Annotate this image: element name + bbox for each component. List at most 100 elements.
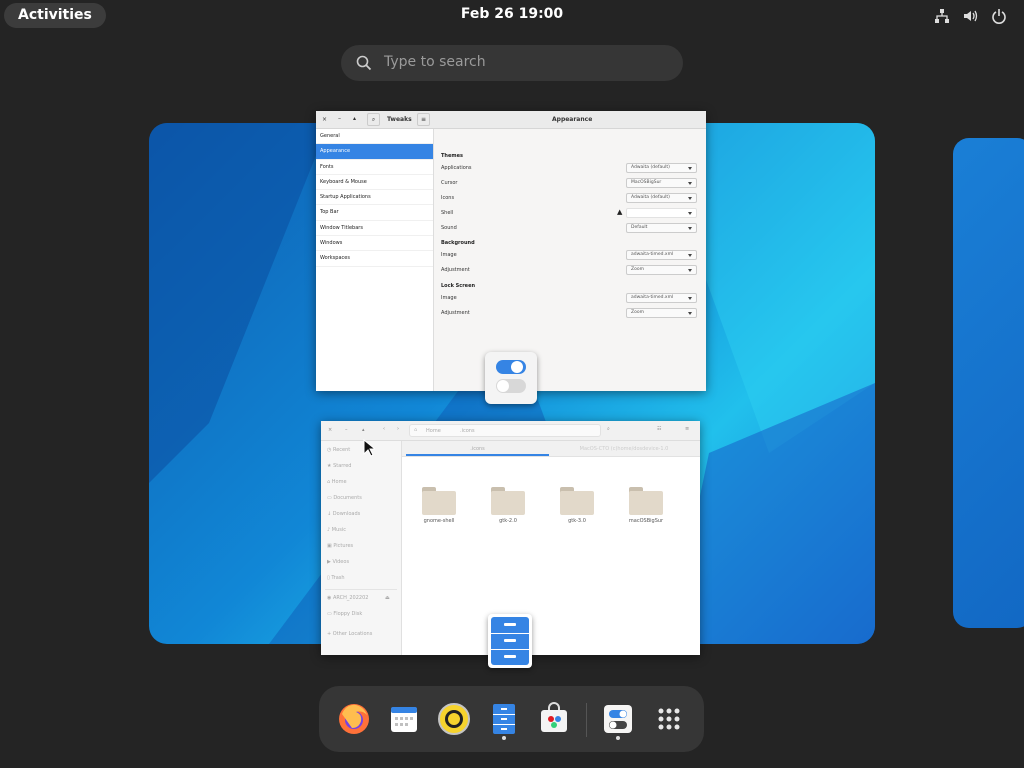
path-bar[interactable]: ⌂ Home .icons [409, 424, 601, 437]
search-entry[interactable]: Type to search [341, 45, 683, 81]
tweaks-sidebar-item[interactable]: Top Bar [316, 205, 433, 221]
minimize-icon[interactable]: – [338, 115, 341, 122]
forward-icon[interactable]: › [397, 426, 399, 432]
software-icon[interactable] [537, 702, 571, 736]
eject-icon: ⏏ [385, 595, 390, 601]
files-sidebar-item[interactable]: + Other Locations [327, 631, 372, 637]
folder-item[interactable]: gtk-2.0 [491, 485, 525, 524]
tweaks-sidebar-item[interactable]: Workspaces [316, 251, 433, 267]
tweaks-sidebar-item[interactable]: Windows [316, 236, 433, 252]
tweaks-sidebar-item[interactable]: General [316, 129, 433, 145]
path-current[interactable]: .icons [460, 428, 475, 434]
tweaks-sidebar: General Appearance Fonts Keyboard & Mous… [316, 129, 434, 391]
view-toggle-icon[interactable]: ☷ [657, 426, 661, 432]
files-sidebar-item[interactable]: ▭ Floppy Disk [327, 611, 362, 617]
files-sidebar-item[interactable]: ♪ Music [327, 527, 346, 533]
applications-dropdown[interactable]: Adwaita (default) [626, 163, 697, 173]
files-sidebar: ◷ Recent ★ Starred ⌂ Home ▭ Documents ↓ … [321, 441, 402, 655]
tweaks-sidebar-item[interactable]: Keyboard & Mouse [316, 175, 433, 191]
power-icon[interactable] [991, 8, 1007, 24]
workspace-thumbnail-next[interactable] [953, 138, 1024, 628]
maximize-icon[interactable]: ▴ [353, 115, 356, 122]
top-bar: Activities Feb 26 19:00 [0, 0, 1024, 32]
tweaks-sidebar-item[interactable]: Startup Applications [316, 190, 433, 206]
row-label: Adjustment [441, 267, 470, 273]
sound-dropdown[interactable]: Default [626, 223, 697, 233]
section-header: Lock Screen [441, 283, 476, 289]
calendar-icon[interactable] [387, 702, 421, 736]
path-home[interactable]: Home [426, 428, 441, 434]
minimize-icon[interactable]: – [345, 427, 348, 433]
files-sidebar-item[interactable]: ⌂ Home [327, 479, 347, 485]
row-label: Icons [441, 195, 455, 201]
files-sidebar-item[interactable]: ★ Starred [327, 463, 351, 469]
firefox-icon[interactable] [337, 702, 371, 736]
tweaks-sidebar-item[interactable]: Window Titlebars [316, 221, 433, 237]
background-image-picker[interactable]: adwaita-timed.xml [626, 250, 697, 260]
files-icon[interactable] [487, 702, 521, 736]
tab-second[interactable]: MacOS-CTO (c)home/dosdevice-1.0 [552, 443, 696, 456]
search-icon[interactable]: ⌕ [607, 426, 610, 432]
section-header: Background [441, 240, 475, 246]
files-sidebar-item[interactable]: ◉ ARCH_202202 ⏏ [327, 595, 390, 601]
tweaks-content: Themes Applications Adwaita (default) Cu… [434, 129, 706, 391]
files-sidebar-item[interactable]: ▣ Pictures [327, 543, 353, 549]
tweaks-icon[interactable] [601, 702, 635, 736]
clock[interactable]: Feb 26 19:00 [0, 6, 1024, 22]
row-label: Image [441, 252, 457, 258]
dash-separator [586, 703, 587, 737]
files-tabs: .icons MacOS-CTO (c)home/dosdevice-1.0 [402, 441, 700, 457]
menu-icon[interactable]: ≡ [685, 426, 689, 432]
tweaks-title: Appearance [552, 116, 593, 123]
volume-icon[interactable] [962, 8, 978, 24]
folder-icon [422, 485, 456, 515]
folder-label: gnome-shell [423, 518, 455, 524]
home-icon: ⌂ [414, 427, 418, 433]
lock-adjustment-dropdown[interactable]: Zoom [626, 308, 697, 318]
tab-icons[interactable]: .icons [406, 443, 549, 456]
files-sidebar-item[interactable]: ▭ Documents [327, 495, 362, 501]
dash [319, 686, 704, 752]
menu-icon[interactable]: ≡ [417, 113, 430, 126]
lock-image-picker[interactable]: adwaita-timed.xml [626, 293, 697, 303]
folder-item[interactable]: macOSBigSur [629, 485, 663, 524]
close-icon[interactable]: × [322, 116, 327, 123]
row-label: Cursor [441, 180, 458, 186]
tweaks-tab-label: Tweaks [387, 116, 412, 123]
tweaks-app-icon[interactable] [485, 352, 537, 404]
search-icon [356, 55, 372, 71]
app-grid-icon[interactable] [652, 702, 686, 736]
back-icon[interactable]: ‹ [383, 426, 385, 432]
mouse-pointer-icon [363, 439, 375, 457]
search-icon[interactable]: ⌕ [367, 113, 380, 126]
icons-dropdown[interactable]: Adwaita (default) [626, 193, 697, 203]
rhythmbox-icon[interactable] [437, 702, 471, 736]
files-app-icon[interactable] [488, 614, 532, 668]
files-sidebar-item[interactable]: ↓ Downloads [327, 511, 360, 517]
shell-dropdown[interactable] [626, 208, 697, 218]
sidebar-divider [325, 589, 397, 590]
folder-label: gtk-3.0 [568, 518, 586, 524]
network-icon[interactable] [934, 8, 950, 24]
background-adjustment-dropdown[interactable]: Zoom [626, 265, 697, 275]
close-icon[interactable]: × [328, 427, 332, 433]
files-sidebar-item[interactable]: ▯ Trash [327, 575, 345, 581]
tweaks-headerbar: × – ▴ ⌕ Tweaks ≡ Appearance [316, 111, 706, 129]
folder-item[interactable]: gtk-3.0 [560, 485, 594, 524]
warning-icon: ▲ [617, 208, 623, 216]
cursor-dropdown[interactable]: MacOSBigSur [626, 178, 697, 188]
maximize-icon[interactable]: ▴ [362, 427, 365, 433]
running-indicator [502, 736, 506, 740]
folder-item[interactable]: gnome-shell [422, 485, 456, 524]
row-label: Sound [441, 225, 457, 231]
section-header: Themes [441, 153, 463, 159]
files-sidebar-item[interactable]: ◷ Recent [327, 447, 350, 453]
files-sidebar-item[interactable]: ▶ Videos [327, 559, 349, 565]
tweaks-window[interactable]: × – ▴ ⌕ Tweaks ≡ Appearance General Appe… [316, 111, 706, 391]
row-label: Image [441, 295, 457, 301]
row-label: Applications [441, 165, 472, 171]
files-content: .icons MacOS-CTO (c)home/dosdevice-1.0 g… [402, 441, 700, 655]
search-placeholder: Type to search [384, 54, 486, 70]
tweaks-sidebar-item[interactable]: Fonts [316, 160, 433, 175]
tweaks-sidebar-item[interactable]: Appearance [316, 144, 433, 160]
